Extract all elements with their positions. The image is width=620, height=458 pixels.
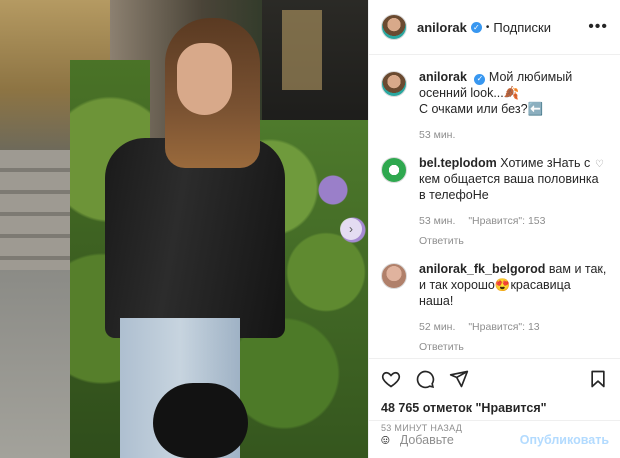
post-sidebar: anilorak ✓ • Подписки ••• anilorak ✓ Мой… — [368, 0, 620, 458]
likes-count[interactable]: 48 765 отметок "Нравится" — [381, 401, 608, 415]
caption-time[interactable]: 53 мин. — [419, 129, 455, 141]
publish-button[interactable]: Опубликовать — [520, 433, 609, 447]
verified-badge-icon: ✓ — [470, 21, 482, 33]
list-item: bel.teplodom Хотиме зНать с кем общается… — [381, 155, 608, 249]
caption-body: anilorak ✓ Мой любимый осенний look...🍂 … — [419, 69, 608, 143]
caption: anilorak ✓ Мой любимый осенний look...🍂 … — [381, 69, 608, 143]
heart-icon[interactable]: ♡ — [595, 265, 604, 276]
emoji-smiley-icon[interactable] — [381, 430, 390, 450]
reply-button[interactable]: Ответить — [419, 339, 608, 355]
comment-time[interactable]: 53 мин. — [419, 215, 455, 227]
face — [177, 43, 232, 115]
more-options-icon[interactable]: ••• — [588, 18, 608, 36]
comment-username[interactable]: bel.teplodom — [419, 156, 497, 170]
follow-status-button[interactable]: Подписки — [493, 20, 551, 35]
header-username[interactable]: anilorak — [417, 20, 467, 35]
comment-meta: 53 мин. "Нравится": 153 Ответить — [419, 213, 608, 249]
comment-body: bel.teplodom Хотиме зНать с кем общается… — [419, 155, 608, 249]
comment-username[interactable]: anilorak_fk_belgorod — [419, 262, 545, 276]
list-item: anilorak_fk_belgorod вам и так, и так хо… — [381, 261, 608, 355]
caption-avatar[interactable] — [381, 71, 407, 97]
instagram-post: › anilorak ✓ • Подписки ••• anilorak ✓ М… — [0, 0, 620, 458]
comment-bubble-icon[interactable] — [415, 369, 435, 389]
reply-button[interactable]: Ответить — [419, 233, 608, 249]
leather-jacket — [105, 138, 285, 338]
like-heart-icon[interactable] — [381, 369, 401, 389]
caption-username[interactable]: anilorak — [419, 70, 467, 84]
comment-likes[interactable]: "Нравится": 153 — [468, 215, 545, 227]
caption-meta: 53 мин. — [419, 127, 608, 143]
post-photo[interactable]: › — [0, 0, 368, 458]
comment-avatar[interactable] — [381, 263, 407, 289]
avatar[interactable] — [381, 14, 407, 40]
comment-likes[interactable]: "Нравится": 13 — [468, 321, 539, 333]
black-handbag — [153, 383, 248, 458]
comment-input[interactable] — [399, 432, 520, 447]
bookmark-icon[interactable] — [588, 369, 608, 389]
verified-badge-icon: ✓ — [474, 73, 486, 85]
comment-time[interactable]: 52 мин. — [419, 321, 455, 333]
comments-list[interactable]: anilorak ✓ Мой любимый осенний look...🍂 … — [369, 55, 620, 358]
comment-avatar[interactable] — [381, 157, 407, 183]
woman-figure — [95, 18, 290, 458]
header-separator: • — [485, 21, 490, 33]
share-paper-plane-icon[interactable] — [449, 369, 469, 389]
post-header: anilorak ✓ • Подписки ••• — [369, 0, 620, 55]
purple-flowers — [318, 160, 368, 260]
add-comment-bar: Опубликовать — [369, 420, 620, 458]
carousel-next-button[interactable]: › — [340, 218, 362, 240]
comment-body: anilorak_fk_belgorod вам и так, и так хо… — [419, 261, 608, 355]
heart-icon[interactable]: ♡ — [595, 159, 604, 170]
chevron-right-icon: › — [349, 222, 353, 236]
action-icons — [381, 367, 608, 391]
comment-meta: 52 мин. "Нравится": 13 Ответить — [419, 319, 608, 355]
